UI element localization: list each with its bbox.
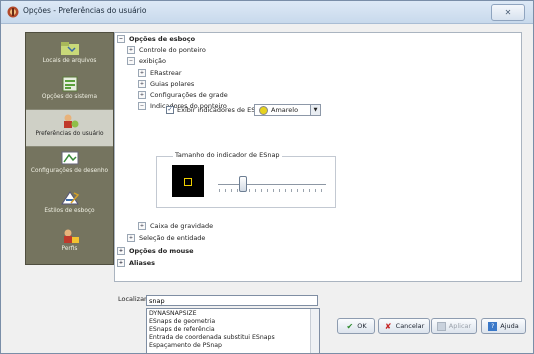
slider-ticks [219,189,326,192]
sidebar-item-drawing-settings[interactable]: Configurações de desenho [26,147,113,183]
tree-node-erastrear[interactable]: + ERastrear [138,68,182,78]
close-button[interactable]: ✕ [491,4,525,21]
sidebar-item-file-locations[interactable]: Locais de arquivos [26,37,113,73]
expand-toggle-icon[interactable]: + [138,222,146,230]
tree-node-entity-selection[interactable]: + Seleção de entidade [127,233,205,243]
tree-node-mouse-options[interactable]: + Opções do mouse [117,246,194,256]
find-suggestions-list: DYNASNAPSIZE ESnaps de geometria ESnaps … [146,308,320,354]
sidebar-item-label: Opções do sistema [41,94,98,100]
sidebar-item-user-preferences[interactable]: Preferências do usuário [26,109,113,147]
expand-toggle-icon[interactable]: + [127,234,135,242]
apply-icon [436,321,446,331]
sidebar: Locais de arquivos Opções do sistema Pre… [25,32,114,265]
checkmark-icon[interactable]: ✓ [166,106,174,114]
user-preferences-icon [63,114,78,128]
expand-toggle-icon[interactable]: + [117,259,125,267]
drawing-settings-icon [61,151,78,165]
sidebar-item-label: Preferências do usuário [35,131,104,137]
sidebar-item-sketch-styles[interactable]: Estilos de esboço [26,187,113,223]
indicator-size-slider-track[interactable] [218,184,326,185]
sidebar-item-label: Locais de arquivos [42,58,97,64]
expand-toggle-icon[interactable]: + [127,46,135,54]
indicator-color-select[interactable]: Amarelo [254,104,312,116]
sidebar-item-label: Estilos de esboço [44,208,95,214]
expand-toggle-icon[interactable]: + [138,91,146,99]
ok-button[interactable]: ✔ OK [337,318,375,334]
indicator-size-group-label: Tamanho do indicador de ESnap [173,151,282,159]
window-title: Opções - Preferências do usuário [23,6,147,15]
color-swatch-icon [259,105,268,115]
folder-icon [60,42,79,55]
close-icon: ✘ [384,321,392,331]
sidebar-item-profiles[interactable]: Perfis [26,225,113,261]
tree-node-polar-guides[interactable]: + Guias polares [138,79,194,89]
indicator-preview-marker [184,178,192,186]
list-item[interactable]: DYNASNAPSIZE [149,310,197,318]
tree-node-aliases[interactable]: + Aliases [117,258,155,268]
tree-node-gravity-box[interactable]: + Caixa de gravidade [138,221,213,231]
find-input[interactable] [146,295,318,306]
chevron-down-icon[interactable]: ▼ [310,104,321,116]
cancel-button[interactable]: ✘ Cancelar [378,318,430,334]
profiles-icon [63,229,79,243]
collapse-toggle-icon[interactable]: − [127,57,135,65]
tree-node-display[interactable]: − exibição [127,56,166,66]
tree-node-grid-settings[interactable]: + Configurações de grade [138,90,228,100]
list-item[interactable]: ESnaps de referência [149,326,215,334]
apply-button[interactable]: Aplicar [431,318,477,334]
expand-toggle-icon[interactable]: + [138,69,146,77]
help-icon: ? [488,321,498,331]
expand-toggle-icon[interactable]: + [117,247,125,255]
expand-toggle-icon[interactable]: + [138,80,146,88]
suggestions-scrollbar[interactable] [310,309,319,353]
sidebar-item-label: Perfis [61,246,78,252]
sketch-styles-icon [60,191,79,205]
app-icon [7,6,19,18]
close-icon: ✕ [504,8,512,17]
collapse-toggle-icon[interactable]: − [138,102,146,110]
sidebar-item-system-options[interactable]: Opções do sistema [26,73,113,109]
help-button[interactable]: ? Ajuda [481,318,526,334]
list-item[interactable]: ESnaps de geometria [149,318,215,326]
indicator-size-slider-thumb[interactable] [239,176,247,192]
tree-node-pointer-control[interactable]: + Controle do ponteiro [127,45,206,55]
list-item[interactable]: Espaçamento de PSnap [149,342,222,350]
system-options-icon [62,76,77,92]
list-item[interactable]: Entrada de coordenada substitui ESnaps [149,334,275,342]
find-label: Localizar: [118,295,149,303]
tree-node-sketch-options[interactable]: − Opções de esboço [117,34,195,44]
show-esnap-indicators-checkbox[interactable]: ✓ Exibir indicadores de ESnap [166,105,268,115]
sidebar-item-label: Configurações de desenho [30,168,109,174]
checkmark-icon: ✔ [346,321,354,331]
title-bar: Opções - Preferências do usuário ✕ [1,1,533,24]
collapse-toggle-icon[interactable]: − [117,35,125,43]
